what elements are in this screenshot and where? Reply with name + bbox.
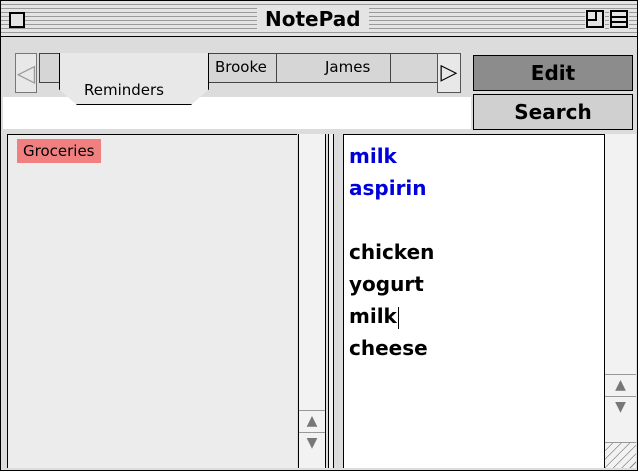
note-line-text: milk <box>349 304 397 328</box>
edit-button[interactable]: Edit <box>473 55 633 91</box>
note-line <box>349 204 434 236</box>
tab-scroll-right-button[interactable]: ▷ <box>437 53 461 93</box>
scroll-down-icon[interactable]: ▼ <box>299 432 325 454</box>
note-line: cheese <box>349 336 428 360</box>
note-line: yogurt <box>349 272 424 296</box>
zoom-box[interactable] <box>585 9 605 29</box>
note-list[interactable] <box>7 134 297 468</box>
title-bar[interactable]: NotePad <box>1 1 637 37</box>
tab-label-reminders: Reminders <box>84 81 164 99</box>
close-box[interactable] <box>9 12 25 28</box>
scroll-up-icon[interactable]: ▲ <box>605 374 636 396</box>
note-line: aspirin <box>349 176 427 200</box>
collapse-icon <box>610 10 628 28</box>
left-triangle-icon: ◁ <box>16 59 36 87</box>
list-item-groceries[interactable]: Groceries <box>17 139 101 163</box>
note-line: milk <box>349 144 397 168</box>
search-button[interactable]: Search <box>473 94 633 130</box>
zoom-icon <box>586 10 604 28</box>
scroll-up-icon[interactable]: ▲ <box>299 410 325 432</box>
note-line-with-caret: milk <box>349 300 434 332</box>
grow-box[interactable] <box>605 442 636 468</box>
scroll-down-icon[interactable]: ▼ <box>605 396 636 418</box>
collapse-box[interactable] <box>609 9 629 29</box>
tab-scroll-left-button[interactable]: ◁ <box>15 53 37 93</box>
note-line: chicken <box>349 240 435 264</box>
window-title: NotePad <box>257 6 369 32</box>
notepad-window: NotePad ◁ Reminders Brooke James ▷ Edit … <box>0 0 638 471</box>
text-caret <box>397 306 399 329</box>
note-text[interactable]: milk aspirin chicken yogurt milk cheese <box>349 140 434 364</box>
pane-divider[interactable] <box>328 134 334 468</box>
toolbar-strip <box>3 97 471 129</box>
right-triangle-icon: ▷ <box>440 60 458 85</box>
note-editor-scrollbar[interactable]: ▲ ▼ <box>604 134 636 468</box>
tab-reminders[interactable]: Reminders <box>59 53 209 105</box>
note-list-scrollbar[interactable]: ▲ ▼ <box>298 134 326 468</box>
tab-james[interactable]: James <box>325 58 370 76</box>
tab-brooke[interactable]: Brooke <box>215 58 267 76</box>
